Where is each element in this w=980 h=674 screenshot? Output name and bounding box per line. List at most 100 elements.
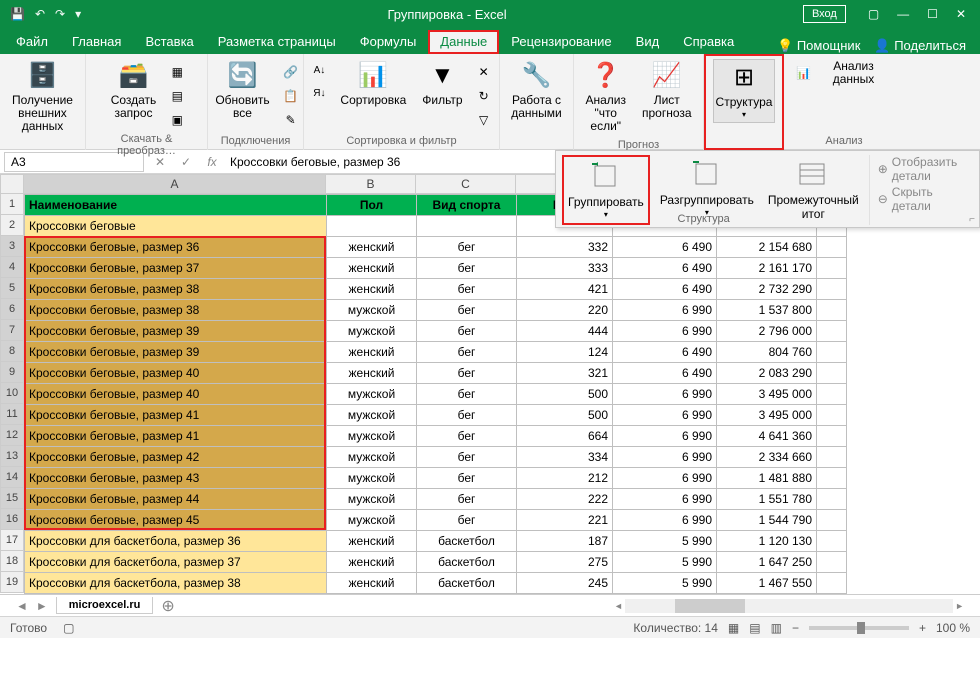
- tab-формулы[interactable]: Формулы: [348, 30, 429, 54]
- cell[interactable]: 500: [517, 405, 613, 426]
- row-header[interactable]: 17: [0, 530, 24, 551]
- row-header[interactable]: 3: [0, 236, 24, 257]
- cell[interactable]: Кроссовки беговые: [25, 216, 327, 237]
- cell[interactable]: 2 334 660: [717, 447, 817, 468]
- cell[interactable]: Кроссовки беговые, размер 38: [25, 279, 327, 300]
- cell[interactable]: 2 161 170: [717, 258, 817, 279]
- row-header[interactable]: 19: [0, 572, 24, 593]
- cell[interactable]: [417, 216, 517, 237]
- cell[interactable]: 6 990: [613, 426, 717, 447]
- cell[interactable]: 1 120 130: [717, 531, 817, 552]
- cell[interactable]: [817, 342, 847, 363]
- tab-справка[interactable]: Справка: [671, 30, 746, 54]
- row-header[interactable]: 11: [0, 404, 24, 425]
- cell[interactable]: женский: [327, 573, 417, 594]
- cell[interactable]: 1 551 780: [717, 489, 817, 510]
- fx-icon[interactable]: fx: [202, 153, 222, 171]
- qat-custom-icon[interactable]: ▾: [75, 7, 81, 21]
- cell[interactable]: 6 990: [613, 468, 717, 489]
- add-sheet-button[interactable]: ⊕: [161, 596, 174, 616]
- tab-разметка страницы[interactable]: Разметка страницы: [206, 30, 348, 54]
- minimize-button[interactable]: —: [897, 7, 909, 21]
- cell[interactable]: [817, 363, 847, 384]
- row-header[interactable]: 4: [0, 257, 24, 278]
- cell[interactable]: [817, 510, 847, 531]
- share-button[interactable]: 👤 Поделиться: [874, 38, 966, 54]
- dialog-launcher-icon[interactable]: ⌐: [969, 214, 975, 225]
- macro-record-icon[interactable]: ▢: [63, 621, 74, 635]
- cell[interactable]: 6 490: [613, 258, 717, 279]
- sign-in-button[interactable]: Вход: [803, 5, 846, 23]
- cell[interactable]: бег: [417, 447, 517, 468]
- cell[interactable]: 1 481 880: [717, 468, 817, 489]
- cell[interactable]: женский: [327, 237, 417, 258]
- hide-detail-button[interactable]: ⊖Скрыть детали: [878, 185, 973, 213]
- cell[interactable]: [817, 531, 847, 552]
- cell[interactable]: 5 990: [613, 552, 717, 573]
- row-header[interactable]: 10: [0, 383, 24, 404]
- cell[interactable]: мужской: [327, 321, 417, 342]
- row-header[interactable]: 6: [0, 299, 24, 320]
- cell[interactable]: мужской: [327, 468, 417, 489]
- cell[interactable]: 1 537 800: [717, 300, 817, 321]
- data-analysis-button[interactable]: 📊Анализ данных: [790, 57, 898, 89]
- cell[interactable]: Вид спорта: [417, 195, 517, 216]
- edit-links-button[interactable]: ✎: [280, 109, 302, 131]
- cell[interactable]: женский: [327, 552, 417, 573]
- redo-icon[interactable]: ↷: [55, 7, 65, 21]
- cell[interactable]: 2 732 290: [717, 279, 817, 300]
- cell[interactable]: 222: [517, 489, 613, 510]
- cell[interactable]: 444: [517, 321, 613, 342]
- cell[interactable]: баскетбол: [417, 531, 517, 552]
- cell[interactable]: 6 990: [613, 300, 717, 321]
- cell[interactable]: Кроссовки беговые, размер 41: [25, 426, 327, 447]
- cell[interactable]: [817, 258, 847, 279]
- view-pagebreak-icon[interactable]: ▥: [771, 621, 782, 635]
- connections-button[interactable]: 🔗: [280, 61, 302, 83]
- cell[interactable]: Кроссовки беговые, размер 38: [25, 300, 327, 321]
- row-header[interactable]: 16: [0, 509, 24, 530]
- column-header[interactable]: C: [416, 174, 516, 194]
- filter-button[interactable]: ▼Фильтр: [416, 57, 468, 110]
- cell[interactable]: мужской: [327, 300, 417, 321]
- cell[interactable]: Кроссовки беговые, размер 42: [25, 447, 327, 468]
- cell[interactable]: женский: [327, 363, 417, 384]
- sort-az-button[interactable]: A↓: [308, 59, 330, 81]
- undo-icon[interactable]: ↶: [35, 7, 45, 21]
- cell[interactable]: 5 990: [613, 531, 717, 552]
- outline-button[interactable]: ⊞Структура▾: [713, 59, 776, 123]
- reapply-button[interactable]: ↻: [473, 85, 495, 107]
- cell[interactable]: 212: [517, 468, 613, 489]
- cell[interactable]: 4 641 360: [717, 426, 817, 447]
- cell[interactable]: 804 760: [717, 342, 817, 363]
- what-if-button[interactable]: ❓Анализ "что если": [579, 57, 632, 137]
- cell[interactable]: 6 990: [613, 405, 717, 426]
- column-header[interactable]: B: [326, 174, 416, 194]
- cell[interactable]: мужской: [327, 510, 417, 531]
- cell[interactable]: 6 490: [613, 342, 717, 363]
- cell[interactable]: [817, 489, 847, 510]
- row-header[interactable]: 8: [0, 341, 24, 362]
- show-queries-button[interactable]: ▦: [166, 61, 188, 83]
- row-header[interactable]: 12: [0, 425, 24, 446]
- tab-данные[interactable]: Данные: [428, 30, 499, 54]
- cell[interactable]: 5 990: [613, 573, 717, 594]
- cell[interactable]: мужской: [327, 426, 417, 447]
- view-layout-icon[interactable]: ▤: [749, 621, 760, 635]
- close-button[interactable]: ✕: [956, 7, 966, 21]
- cell[interactable]: Кроссовки беговые, размер 43: [25, 468, 327, 489]
- cell[interactable]: мужской: [327, 405, 417, 426]
- view-normal-icon[interactable]: ▦: [728, 621, 739, 635]
- cell[interactable]: 6 990: [613, 321, 717, 342]
- tell-me[interactable]: 💡 Помощник: [777, 38, 860, 54]
- row-header[interactable]: 14: [0, 467, 24, 488]
- cell[interactable]: 124: [517, 342, 613, 363]
- cell[interactable]: мужской: [327, 447, 417, 468]
- clear-filter-button[interactable]: ✕: [473, 61, 495, 83]
- cell[interactable]: 6 990: [613, 510, 717, 531]
- cell[interactable]: [817, 552, 847, 573]
- cell[interactable]: бег: [417, 237, 517, 258]
- select-all-corner[interactable]: [0, 174, 24, 194]
- cell[interactable]: 3 495 000: [717, 384, 817, 405]
- cell[interactable]: Кроссовки беговые, размер 39: [25, 321, 327, 342]
